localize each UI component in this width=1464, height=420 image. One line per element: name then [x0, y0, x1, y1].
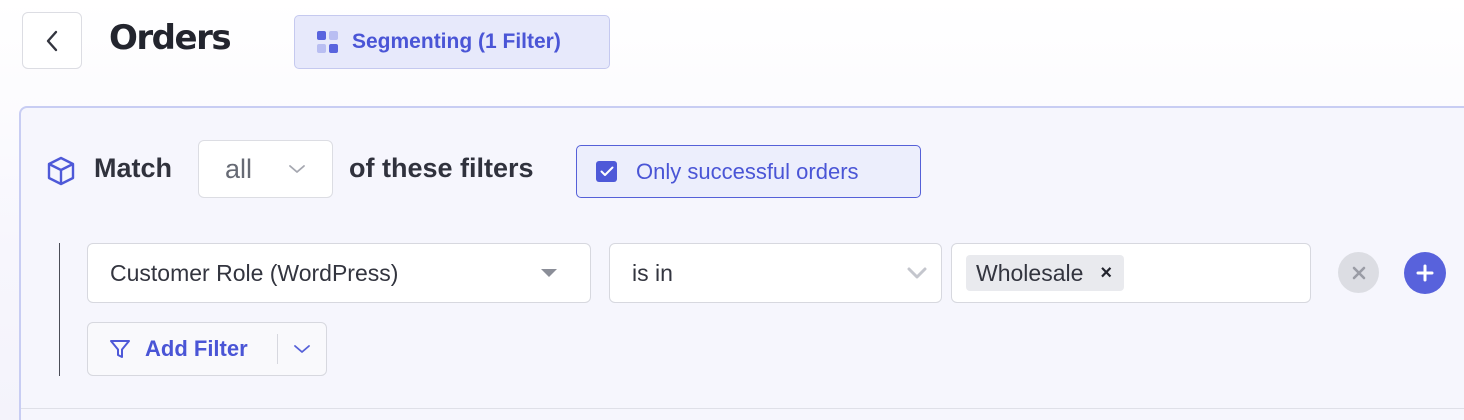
caret-down-icon — [541, 269, 557, 277]
match-select-value: all — [225, 153, 253, 184]
filter-field-select[interactable]: Customer Role (WordPress) — [87, 243, 591, 303]
filter-value-input[interactable]: Wholesale × — [951, 243, 1311, 303]
add-filter-dropdown-button[interactable] — [278, 323, 326, 375]
segmenting-button[interactable]: Segmenting (1 Filter) — [294, 15, 610, 69]
value-tag: Wholesale × — [966, 255, 1125, 291]
add-filter-row-button[interactable] — [1404, 252, 1446, 294]
chevron-down-icon — [294, 345, 310, 353]
add-filter-split-button: Add Filter — [87, 322, 327, 376]
remove-tag-icon[interactable]: × — [1100, 262, 1112, 285]
add-filter-label: Add Filter — [145, 336, 248, 361]
filter-icon — [110, 340, 130, 358]
chevron-left-icon — [46, 30, 58, 51]
add-filter-button[interactable]: Add Filter — [88, 323, 277, 375]
remove-filter-button[interactable] — [1338, 252, 1379, 293]
close-icon — [1352, 266, 1365, 279]
filter-operator-select[interactable]: is in — [609, 243, 942, 303]
chevron-down-icon — [907, 267, 927, 279]
check-icon — [600, 166, 613, 176]
only-successful-orders-toggle[interactable]: Only successful orders — [576, 145, 921, 198]
filter-operator-value: is in — [632, 259, 673, 286]
filter-group-line — [59, 243, 60, 376]
match-select[interactable]: all — [198, 140, 333, 198]
match-label: Match — [94, 153, 173, 183]
plus-icon — [1416, 264, 1434, 282]
chevron-down-icon — [289, 165, 305, 173]
only-successful-orders-label: Only successful orders — [636, 158, 859, 184]
value-tag-label: Wholesale — [976, 259, 1084, 286]
cube-icon — [47, 156, 75, 186]
checkbox[interactable] — [596, 161, 617, 182]
segmenting-button-label: Segmenting (1 Filter) — [352, 30, 561, 53]
divider — [21, 408, 1464, 409]
grid-icon — [317, 31, 339, 53]
filters-label: of these filters — [349, 153, 534, 183]
back-button[interactable] — [22, 12, 82, 69]
page-title: Orders — [109, 18, 232, 58]
filter-field-value: Customer Role (WordPress) — [110, 259, 399, 286]
